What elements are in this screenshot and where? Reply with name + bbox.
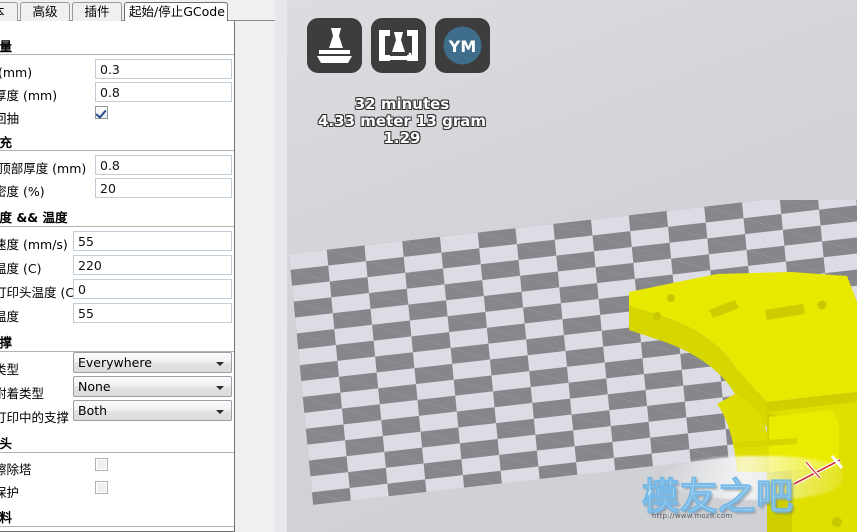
panel-edge-shade <box>275 0 287 532</box>
field-label-print-speed: 打印速度 (mm/s) <box>0 237 68 252</box>
youmagine-glyph: YM <box>443 26 482 65</box>
select-dual-extrusion-support[interactable]: Both <box>73 400 232 421</box>
group-rule-speed-temperature <box>0 226 234 227</box>
group-title-fill: 填充 <box>0 135 13 150</box>
group-rule-material <box>0 526 234 527</box>
tab-basic[interactable]: 基本 <box>0 2 18 21</box>
watermark-url: http://www.moz8.com <box>652 512 733 520</box>
field-label-bed-temperature: 热床温度 <box>0 309 20 324</box>
field-label-ooze-shield: 溢出保护 <box>0 485 20 500</box>
chevron-down-icon <box>216 386 224 390</box>
tab-start-end-gcode[interactable]: 起始/停止GCode <box>124 2 228 21</box>
settings-panel: 基本 高级 插件 起始/停止GCode 质量 层高 (mm) 0.3 外壳厚度 … <box>0 0 287 532</box>
chevron-down-icon <box>216 410 224 414</box>
field-label-print-temperature: 打印温度 (C) <box>0 261 42 276</box>
tab-plugins[interactable]: 插件 <box>72 2 122 21</box>
field-label-platform-adhesion-type: 平台附着类型 <box>0 386 45 401</box>
airplane-icon <box>793 455 844 486</box>
select-platform-adhesion-type-value: None <box>78 379 111 394</box>
checkbox-ooze-shield[interactable] <box>95 481 108 494</box>
select-dual-extrusion-support-value: Both <box>78 403 108 418</box>
group-title-speed-temperature: 速度 && 温度 <box>0 210 68 225</box>
group-title-material: 材料 <box>0 510 13 525</box>
tab-basic-label: 基本 <box>0 4 5 19</box>
tab-start-end-gcode-label: 起始/停止GCode <box>129 4 225 19</box>
select-support-type-value: Everywhere <box>78 355 152 370</box>
input-print-speed[interactable]: 55 <box>73 231 232 251</box>
group-title-nozzle: 喷头 <box>0 436 13 451</box>
field-label-wipe-tower: 废料擦除塔 <box>0 462 32 477</box>
select-platform-adhesion-type[interactable]: None <box>73 376 232 397</box>
view-mode-icon[interactable] <box>371 18 426 73</box>
cura-window: 基本 高级 插件 起始/停止GCode 质量 层高 (mm) 0.3 外壳厚度 … <box>0 0 857 532</box>
field-label-enable-retraction: 开启回抽 <box>0 111 20 126</box>
input-bed-temperature[interactable]: 55 <box>73 303 232 323</box>
model-hole <box>667 294 675 302</box>
input-shell-thickness[interactable]: 0.8 <box>95 82 232 102</box>
group-title-support: 支撑 <box>0 335 13 350</box>
field-label-second-nozzle-temperature: 第二打印头温度 (C) <box>0 285 79 300</box>
youmagine-icon[interactable]: YM <box>435 18 490 73</box>
input-print-temperature[interactable]: 220 <box>73 255 232 275</box>
settings-tabstrip: 基本 高级 插件 起始/停止GCode <box>0 0 287 21</box>
3d-viewport[interactable]: 模友之吧 http://www.moz8.com YM 32 minutes 4… <box>287 0 857 532</box>
select-support-type[interactable]: Everywhere <box>73 352 232 373</box>
field-label-bottom-top-thickness: 底部/顶部厚度 (mm) <box>0 161 87 176</box>
model-hole <box>817 300 827 310</box>
field-label-fill-density: 填充密度 (%) <box>0 184 45 199</box>
field-label-shell-thickness: 外壳厚度 (mm) <box>0 88 58 103</box>
view-mode-glyph <box>379 30 418 61</box>
tab-advanced[interactable]: 高级 <box>20 2 70 21</box>
field-label-layer-height: 层高 (mm) <box>0 65 33 80</box>
group-rule-quality <box>0 54 234 55</box>
checkbox-enable-retraction[interactable] <box>95 106 108 119</box>
group-title-quality: 质量 <box>0 39 13 54</box>
load-model-icon[interactable] <box>307 18 362 73</box>
chevron-down-icon <box>216 362 224 366</box>
model-hole <box>653 312 661 320</box>
group-rule-nozzle <box>0 452 234 453</box>
load-model-glyph <box>317 28 352 63</box>
checkbox-wipe-tower[interactable] <box>95 458 108 471</box>
input-fill-density[interactable]: 20 <box>95 178 232 198</box>
settings-form: 质量 层高 (mm) 0.3 外壳厚度 (mm) 0.8 开启回抽 填充 底部/… <box>0 21 235 532</box>
watermark: 模友之吧 http://www.moz8.com <box>642 448 844 532</box>
print-estimate-text: 32 minutes 4.33 meter 13 gram 1.29 <box>318 95 486 147</box>
input-second-nozzle-temperature[interactable]: 0 <box>73 279 232 299</box>
input-layer-height[interactable]: 0.3 <box>95 59 232 79</box>
svg-text:YM: YM <box>448 37 477 56</box>
field-label-dual-extrusion-support: 双头打印中的支撑 <box>0 410 70 425</box>
group-rule-fill <box>0 150 234 151</box>
tab-advanced-label: 高级 <box>32 4 58 19</box>
field-label-support-type: 支撑类型 <box>0 362 20 377</box>
input-bottom-top-thickness[interactable]: 0.8 <box>95 155 232 175</box>
tab-plugins-label: 插件 <box>84 4 110 19</box>
